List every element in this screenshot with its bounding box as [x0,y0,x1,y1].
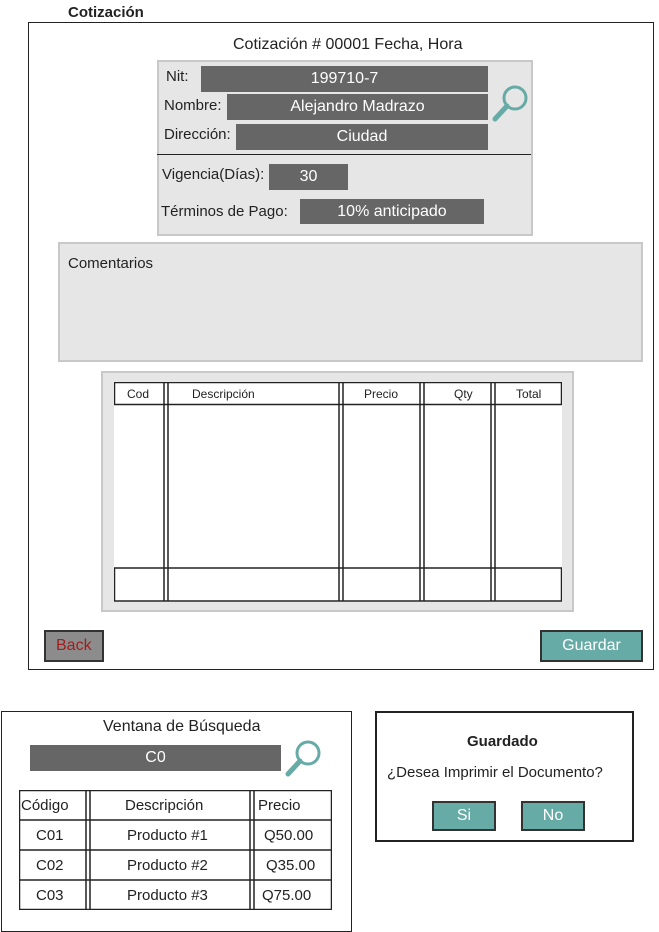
saved-dialog-title: Guardado [467,733,538,750]
saved-dialog-message: ¿Desea Imprimir el Documento? [387,764,603,781]
magnifier-icon[interactable] [490,82,532,124]
terminos-label: Términos de Pago: [161,203,288,220]
comments-label: Comentarios [68,255,154,272]
row-descripcion: Producto #3 [127,887,208,904]
terminos-field[interactable]: 10% anticipado [300,199,484,224]
direccion-label: Dirección: [164,126,231,143]
col-header-total: Total [516,387,542,401]
row-precio: Q35.00 [266,857,316,874]
col-header-precio: Precio [364,387,399,401]
row-descripcion: Producto #1 [127,827,208,844]
nombre-field[interactable]: Alejandro Madrazo [227,94,488,120]
no-button[interactable]: No [521,801,585,831]
direccion-field[interactable]: Ciudad [236,124,488,150]
row-precio: Q50.00 [264,827,314,844]
table-row[interactable]: C03 Producto #3 Q75.00 [19,880,332,910]
customer-divider [157,154,531,155]
vigencia-label: Vigencia(Días): [162,166,265,183]
col-header-descripcion: Descripción [192,387,255,401]
col-header-qty: Qty [454,387,473,401]
nit-label: Nit: [166,68,189,85]
results-header-precio: Precio [258,797,301,814]
items-table: Cod Descripción Precio Qty Total [114,382,562,602]
vigencia-field[interactable]: 30 [269,164,348,190]
table-row[interactable]: C01 Producto #1 Q50.00 [19,820,332,850]
search-input[interactable]: C0 [30,745,281,771]
save-button[interactable]: Guardar [540,630,643,662]
row-codigo: C01 [36,827,64,844]
search-magnifier-icon[interactable] [283,737,325,779]
results-table: Código Descripción Precio C01 Producto #… [19,790,332,910]
table-row[interactable]: C02 Producto #2 Q35.00 [19,850,332,880]
back-button[interactable]: Back [44,630,104,662]
row-codigo: C02 [36,857,64,874]
nit-field[interactable]: 199710-7 [201,66,488,92]
yes-button[interactable]: Si [432,801,496,831]
nombre-label: Nombre: [164,97,222,114]
quote-header: Cotización # 00001 Fecha, Hora [233,36,463,53]
search-window-title: Ventana de Búsqueda [103,718,261,735]
results-header-codigo: Código [21,797,69,814]
results-header-descripcion: Descripción [125,797,204,814]
row-precio: Q75.00 [262,887,312,904]
row-codigo: C03 [36,887,64,904]
row-descripcion: Producto #2 [127,857,208,874]
page-title: Cotización [68,4,144,21]
col-header-cod: Cod [127,387,150,401]
